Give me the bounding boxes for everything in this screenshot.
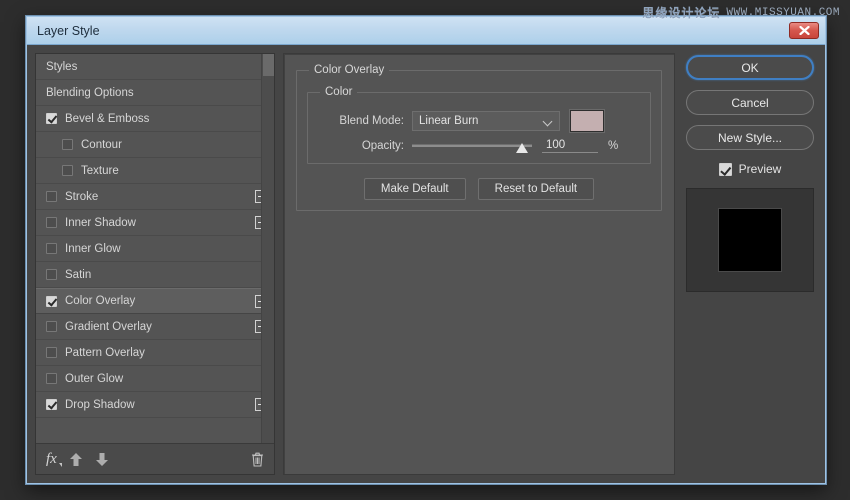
reset-to-default-button[interactable]: Reset to Default	[478, 178, 594, 200]
style-checkbox[interactable]	[46, 373, 57, 384]
style-row-label: Blending Options	[46, 87, 268, 99]
style-row-bevel-emboss[interactable]: Bevel & Emboss	[36, 106, 274, 132]
style-checkbox[interactable]	[46, 399, 57, 410]
style-row-label: Stroke	[65, 191, 255, 203]
move-up-arrow-icon[interactable]	[69, 452, 83, 467]
styles-footer-toolbar: fx	[36, 444, 274, 474]
style-row-label: Pattern Overlay	[65, 347, 268, 359]
opacity-slider-track	[412, 144, 532, 147]
move-down-arrow-icon[interactable]	[95, 452, 109, 467]
opacity-row: Opacity: %	[318, 138, 640, 153]
opacity-input[interactable]	[542, 138, 598, 153]
style-row-label: Contour	[81, 139, 268, 151]
style-row-styles[interactable]: Styles	[36, 54, 274, 80]
trash-icon[interactable]	[251, 452, 264, 467]
style-checkbox[interactable]	[62, 165, 73, 176]
style-row-label: Texture	[81, 165, 268, 177]
style-row-label: Styles	[46, 61, 268, 73]
style-checkbox[interactable]	[46, 113, 57, 124]
style-checkbox[interactable]	[46, 347, 57, 358]
blend-mode-row: Blend Mode: Linear Burn	[318, 110, 640, 132]
style-row-label: Inner Shadow	[65, 217, 255, 229]
cancel-button[interactable]: Cancel	[686, 90, 814, 115]
color-overlay-options-panel: Color Overlay Color Blend Mode: Linear B…	[283, 53, 675, 475]
desktop-backdrop: 思缘设计论坛 WWW.MISSYUAN.COM Layer Style Styl…	[0, 0, 850, 500]
preview-label: Preview	[739, 162, 782, 176]
new-style-button[interactable]: New Style...	[686, 125, 814, 150]
styles-list[interactable]: Styles Blending Options Bevel & Emboss Cont…	[36, 54, 274, 444]
preview-thumbnail	[686, 188, 814, 292]
close-icon	[799, 26, 810, 35]
style-checkbox[interactable]	[46, 191, 57, 202]
dialog-body: Styles Blending Options Bevel & Emboss Cont…	[27, 45, 825, 483]
style-row-blending-options[interactable]: Blending Options	[36, 80, 274, 106]
blend-mode-select[interactable]: Linear Burn	[412, 111, 560, 131]
opacity-slider-thumb[interactable]	[516, 143, 528, 153]
layer-style-dialog: Layer Style Styles Blending Options Bevel …	[26, 16, 826, 484]
color-overlay-group: Color Overlay Color Blend Mode: Linear B…	[296, 64, 662, 211]
opacity-slider[interactable]	[412, 139, 532, 153]
blend-mode-value: Linear Burn	[419, 115, 544, 127]
style-checkbox[interactable]	[62, 139, 73, 150]
style-row-drop-shadow[interactable]: Drop Shadow	[36, 392, 274, 418]
color-subgroup: Color Blend Mode: Linear Burn Opacity:	[307, 86, 651, 164]
preview-shape	[719, 209, 781, 271]
style-row-outer-glow[interactable]: Outer Glow	[36, 366, 274, 392]
preview-toggle[interactable]: Preview	[719, 162, 782, 176]
style-checkbox[interactable]	[46, 269, 57, 280]
color-overlay-group-title: Color Overlay	[309, 64, 389, 76]
style-row-inner-glow[interactable]: Inner Glow	[36, 236, 274, 262]
color-subgroup-title: Color	[320, 86, 357, 98]
style-row-color-overlay[interactable]: Color Overlay	[36, 288, 274, 314]
dialog-title: Layer Style	[37, 24, 789, 38]
style-row-label: Gradient Overlay	[65, 321, 255, 333]
style-checkbox[interactable]	[46, 296, 57, 307]
style-row-pattern-overlay[interactable]: Pattern Overlay	[36, 340, 274, 366]
style-row-label: Outer Glow	[65, 373, 268, 385]
blend-mode-label: Blend Mode:	[318, 115, 404, 127]
style-row-gradient-overlay[interactable]: Gradient Overlay	[36, 314, 274, 340]
fx-menu-icon[interactable]: fx	[46, 451, 57, 468]
dialog-titlebar[interactable]: Layer Style	[27, 17, 825, 45]
style-checkbox[interactable]	[46, 243, 57, 254]
style-row-label: Bevel & Emboss	[65, 113, 268, 125]
make-default-button[interactable]: Make Default	[364, 178, 466, 200]
styles-panel: Styles Blending Options Bevel & Emboss Cont…	[35, 53, 275, 475]
opacity-unit: %	[608, 140, 618, 152]
style-checkbox[interactable]	[46, 217, 57, 228]
style-checkbox[interactable]	[46, 321, 57, 332]
style-row-satin[interactable]: Satin	[36, 262, 274, 288]
chevron-down-icon	[544, 117, 553, 126]
default-buttons-row: Make Default Reset to Default	[307, 178, 651, 200]
style-row-contour[interactable]: Contour	[36, 132, 274, 158]
opacity-label: Opacity:	[318, 140, 404, 152]
style-row-stroke[interactable]: Stroke	[36, 184, 274, 210]
style-row-label: Color Overlay	[65, 295, 255, 307]
close-button[interactable]	[789, 22, 819, 39]
style-row-label: Satin	[65, 269, 268, 281]
style-row-label: Inner Glow	[65, 243, 268, 255]
style-row-label: Drop Shadow	[65, 399, 255, 411]
styles-list-scrollbar-thumb[interactable]	[263, 54, 274, 76]
style-row-texture[interactable]: Texture	[36, 158, 274, 184]
style-row-inner-shadow[interactable]: Inner Shadow	[36, 210, 274, 236]
preview-checkbox[interactable]	[719, 163, 732, 176]
action-panel: OK Cancel New Style... Preview	[683, 53, 817, 475]
color-swatch[interactable]	[570, 110, 604, 132]
ok-button[interactable]: OK	[686, 55, 814, 80]
styles-list-scrollbar[interactable]	[261, 54, 274, 443]
